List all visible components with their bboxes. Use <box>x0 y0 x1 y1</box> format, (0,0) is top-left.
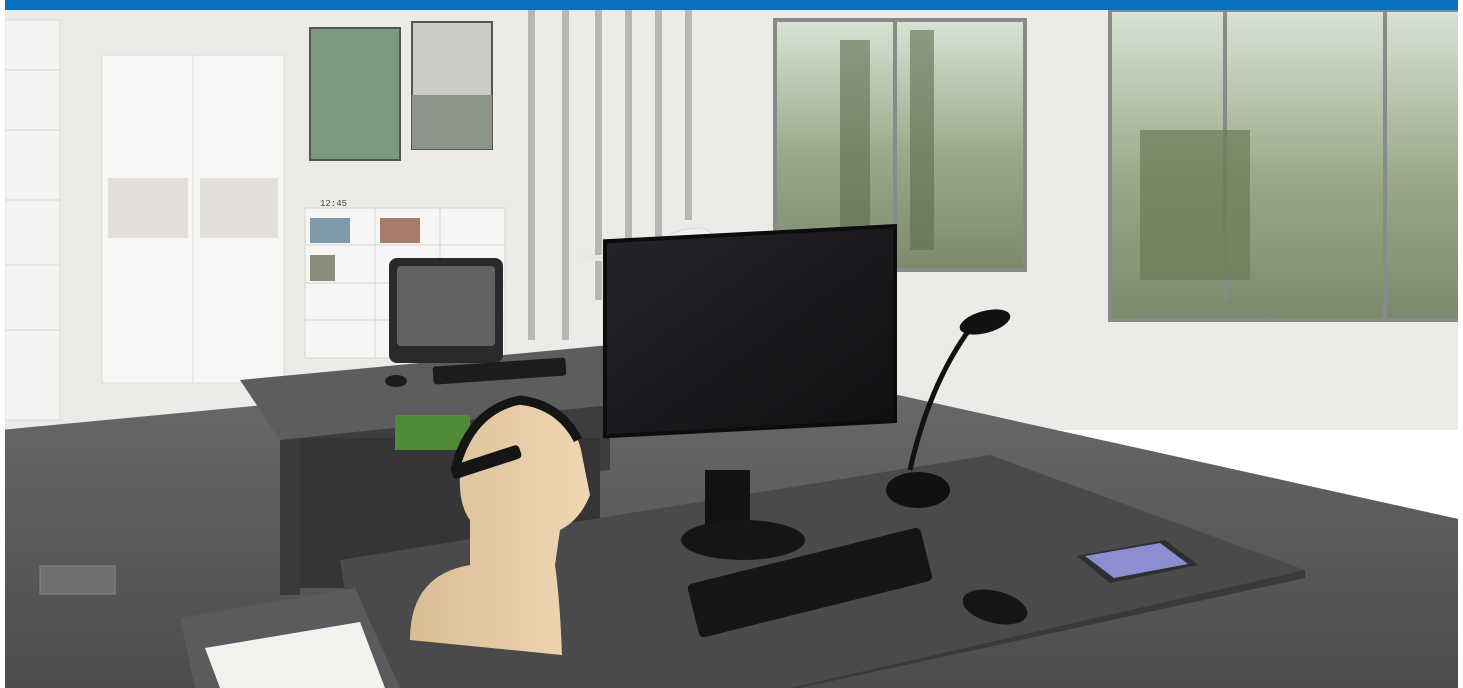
frame-right <box>1458 0 1463 688</box>
window-right <box>1108 8 1463 322</box>
office-chair <box>389 258 503 363</box>
frame-left <box>0 0 5 688</box>
desk-clock-display: 12:45 <box>320 199 347 209</box>
accent-top-bar <box>0 0 1463 10</box>
scene-illustration: 12:45 <box>0 0 1463 688</box>
white-cabinet <box>101 54 285 384</box>
office-scene-photo: 12:45 <box>0 0 1463 688</box>
painting-green-leaves <box>309 27 401 161</box>
left-shelf-unit <box>4 19 61 421</box>
back-mouse <box>385 375 407 387</box>
floor-outlet <box>39 565 116 595</box>
green-bin <box>395 415 470 450</box>
